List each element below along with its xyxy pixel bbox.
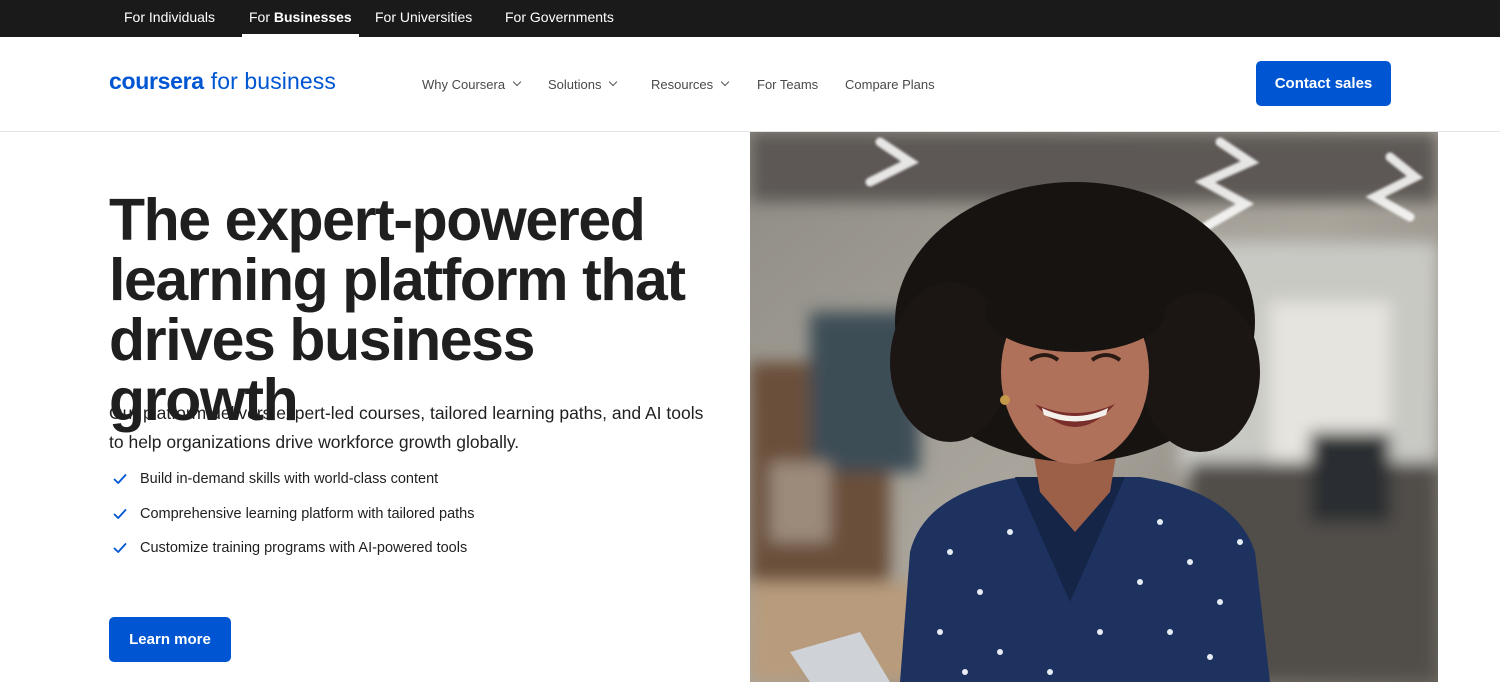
learn-more-button[interactable]: Learn more — [109, 617, 231, 662]
tab-for-businesses-bold: Businesses — [273, 9, 352, 25]
tab-for-governments[interactable]: For Governments — [498, 0, 621, 37]
audience-bar: For Individuals For Businesses For Unive… — [0, 0, 1500, 37]
hero-subtitle: Our platform delivers expert-led courses… — [109, 403, 704, 452]
chevron-down-icon — [512, 77, 522, 87]
nav-resources[interactable]: Resources — [651, 73, 730, 95]
benefit-item: Customize training programs with AI-powe… — [109, 531, 709, 566]
tab-for-universities[interactable]: For Universities — [368, 0, 479, 37]
logo-suffix: for business — [210, 68, 336, 94]
logo-wordmark: coursera — [109, 68, 204, 94]
site-header: coursera for business Why Coursera Solut… — [0, 37, 1500, 132]
tab-for-businesses-prefix: For — [249, 9, 274, 25]
coursera-for-business-logo[interactable]: coursera for business — [109, 68, 336, 100]
contact-sales-button[interactable]: Contact sales — [1256, 61, 1391, 106]
nav-solutions-label: Solutions — [548, 76, 602, 92]
tab-for-individuals[interactable]: For Individuals — [117, 0, 222, 37]
benefit-text: Build in-demand skills with world-class … — [140, 471, 439, 488]
benefit-item: Comprehensive learning platform with tai… — [109, 497, 709, 532]
hero-image — [750, 132, 1438, 682]
nav-compare-plans[interactable]: Compare Plans — [845, 73, 935, 95]
hero-title: The expert-powered learning platform tha… — [109, 190, 729, 430]
tab-for-businesses[interactable]: For Businesses — [242, 0, 359, 37]
nav-for-teams[interactable]: For Teams — [757, 73, 818, 95]
benefit-text: Customize training programs with AI-powe… — [140, 540, 468, 557]
smiling-woman-office-photo — [750, 132, 1438, 682]
checkmark-icon — [113, 543, 127, 554]
nav-resources-label: Resources — [651, 76, 714, 92]
checkmark-icon — [113, 508, 127, 519]
chevron-down-icon — [609, 77, 618, 87]
benefit-item: Build in-demand skills with world-class … — [109, 462, 709, 497]
nav-why-coursera-label: Why Coursera — [422, 76, 506, 92]
benefit-list: Build in-demand skills with world-class … — [109, 462, 709, 566]
hero-title-line: learning platform that — [109, 247, 686, 313]
nav-why-coursera[interactable]: Why Coursera — [422, 73, 522, 95]
chevron-down-icon — [720, 77, 730, 87]
hero-title-line: The expert-powered — [109, 187, 646, 253]
nav-compare-plans-label: Compare Plans — [845, 76, 935, 92]
checkmark-icon — [113, 474, 127, 485]
benefit-text: Comprehensive learning platform with tai… — [140, 505, 475, 522]
nav-solutions[interactable]: Solutions — [548, 73, 618, 95]
nav-for-teams-label: For Teams — [757, 76, 819, 92]
